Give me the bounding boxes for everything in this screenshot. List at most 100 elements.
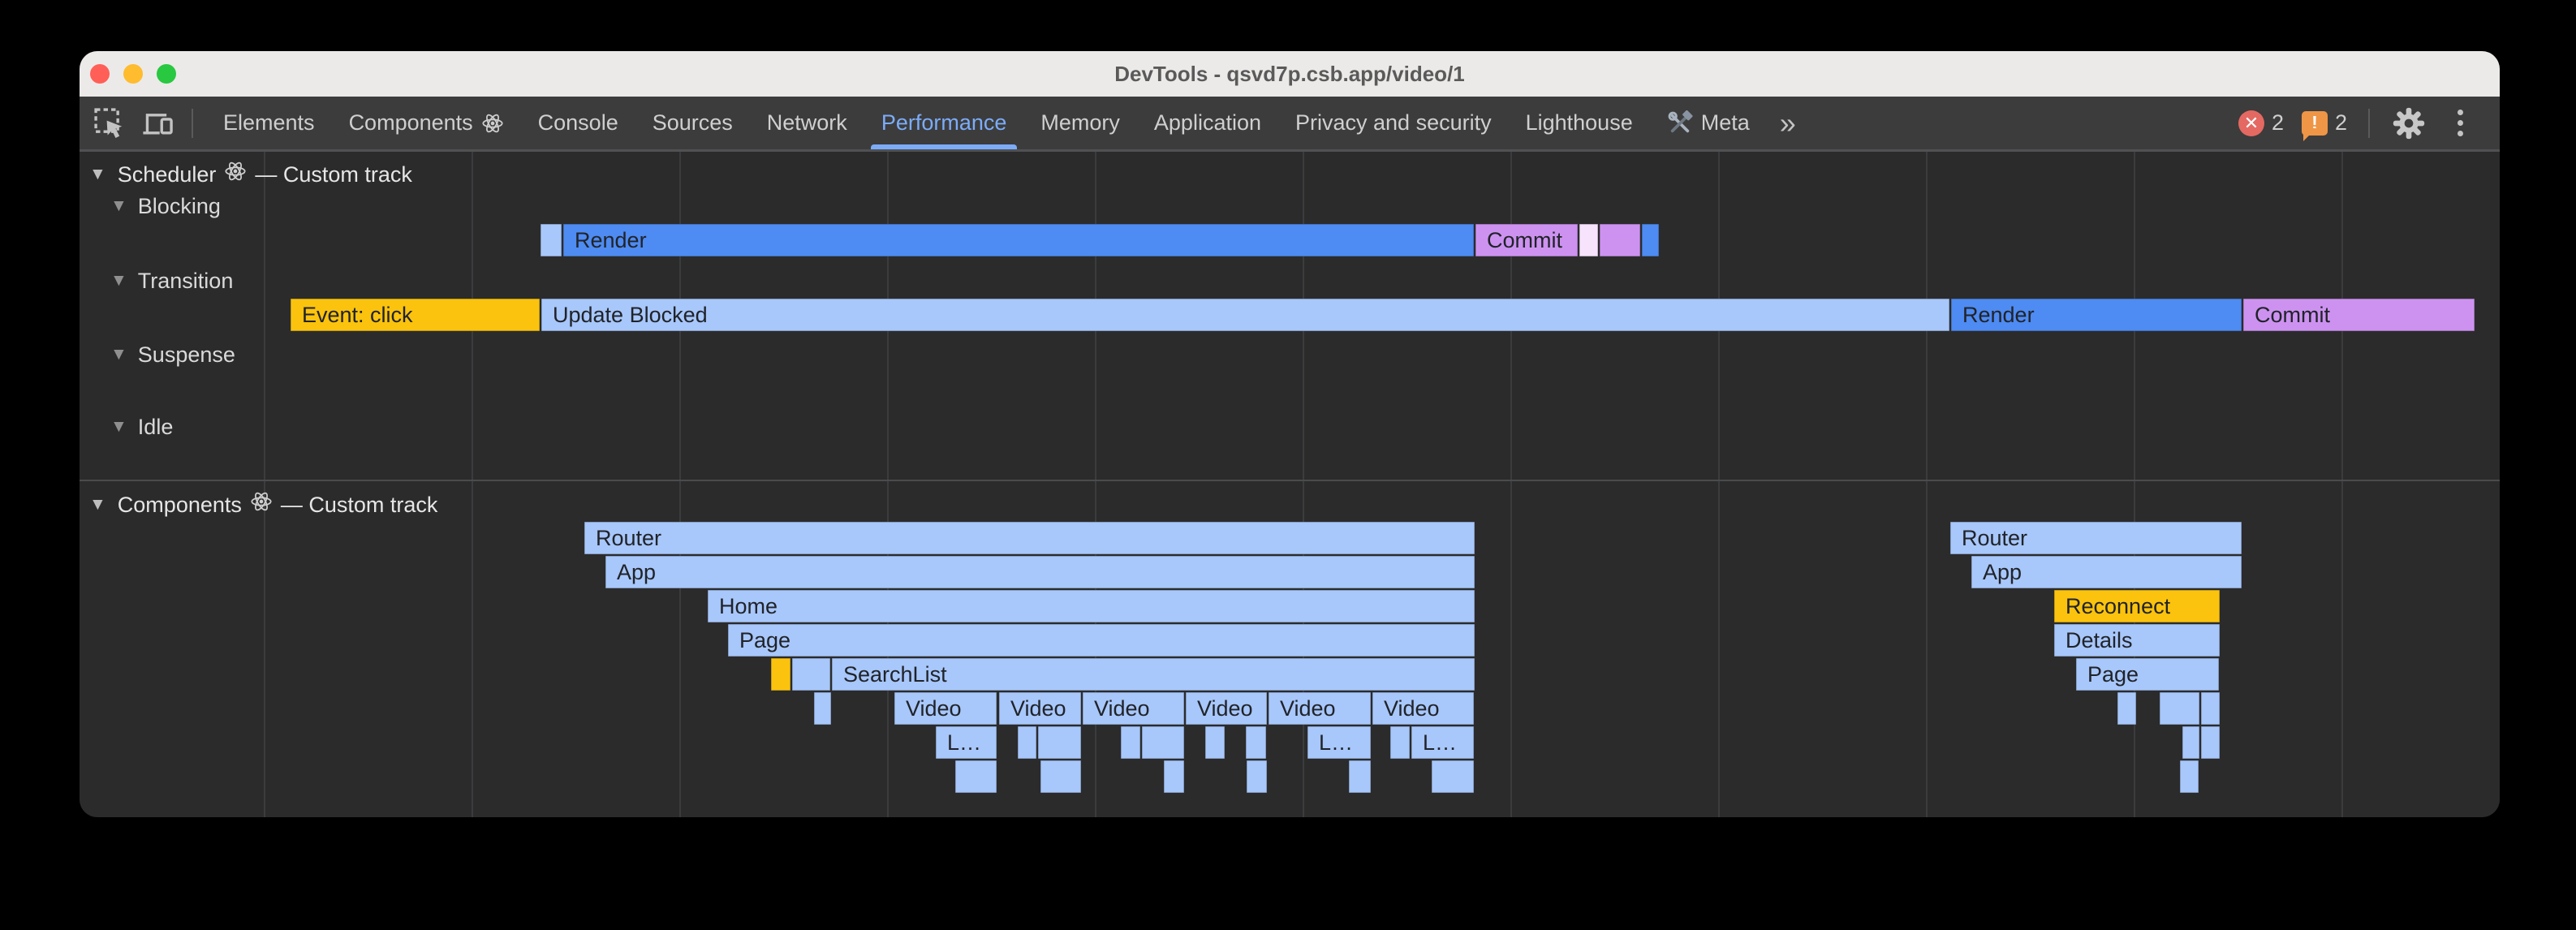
devtools-tabbar: ElementsComponents Console Sources Network P… — [80, 97, 2500, 151]
flame-bar[interactable] — [2117, 692, 2136, 725]
flame-bar[interactable] — [1432, 760, 1474, 793]
tabbar-right-controls: ✕ 2 ! 2 — [2238, 107, 2500, 140]
collapse-triangle-icon[interactable]: ▼ — [110, 267, 127, 295]
flame-bar-event-click[interactable]: Event: click — [291, 299, 540, 331]
warnings-badge[interactable]: ! 2 — [2302, 110, 2347, 136]
flame-bar[interactable] — [2201, 692, 2220, 725]
flame-bar[interactable] — [1579, 224, 1598, 256]
flame-bar-render[interactable]: Render — [1951, 299, 2242, 331]
tab-label: Performance — [881, 110, 1007, 136]
timeline-top-rule — [80, 151, 2500, 152]
flame-bar[interactable] — [2180, 760, 2199, 793]
tab-network[interactable]: Network — [750, 97, 864, 149]
flame-bar[interactable] — [1040, 760, 1081, 793]
track-separator — [80, 480, 2500, 481]
zoom-window-button[interactable] — [157, 64, 176, 84]
flame-bar-router[interactable]: Router — [584, 522, 1475, 554]
flame-bar-searchlist[interactable]: SearchList — [832, 658, 1475, 691]
flame-bar-video[interactable]: Video — [1083, 692, 1184, 725]
flame-bar-home[interactable]: Home — [708, 590, 1475, 622]
flame-bar-app[interactable]: App — [605, 556, 1475, 588]
flame-bar[interactable] — [2160, 692, 2199, 725]
tab-label: Console — [538, 110, 618, 136]
flame-bar-app[interactable]: App — [1971, 556, 2242, 588]
flame-bar[interactable] — [1600, 224, 1640, 256]
window-title: DevTools - qsvd7p.csb.app/video/1 — [1114, 62, 1465, 87]
flame-bar[interactable] — [1205, 726, 1225, 759]
lane-blocking[interactable]: ▼ Blocking — [110, 192, 221, 220]
flame-bar[interactable] — [1121, 726, 1140, 759]
flame-bar-video[interactable]: Video — [894, 692, 997, 725]
controls-divider — [2368, 109, 2370, 138]
tab-meta[interactable]: Meta — [1650, 97, 1767, 149]
minimize-window-button[interactable] — [123, 64, 143, 84]
tab-label: Privacy and security — [1295, 110, 1492, 136]
flame-bar[interactable] — [2201, 726, 2220, 759]
lane-transition[interactable]: ▼ Transition — [110, 267, 233, 295]
flame-bar[interactable] — [1349, 760, 1371, 793]
more-tabs-chevron-icon[interactable]: » — [1767, 106, 1809, 140]
flame-bar-video[interactable]: Video — [1269, 692, 1371, 725]
react-atom-icon — [224, 160, 247, 189]
flame-bar-update-blocked[interactable]: Update Blocked — [541, 299, 1949, 331]
flame-bar-commit[interactable]: Commit — [2243, 299, 2475, 331]
errors-badge[interactable]: ✕ 2 — [2238, 110, 2284, 136]
flame-bar[interactable] — [771, 658, 790, 691]
tab-components[interactable]: Components — [332, 97, 521, 149]
flame-bar-l-[interactable]: L… — [1411, 726, 1474, 759]
lane-idle[interactable]: ▼ Idle — [110, 413, 173, 441]
kebab-menu-icon[interactable] — [2448, 110, 2472, 136]
track-header-scheduler[interactable]: ▼ Scheduler — Custom track — [89, 161, 412, 188]
track-name: Components — [118, 491, 242, 519]
tab-lighthouse[interactable]: Lighthouse — [1509, 97, 1650, 149]
tab-privacy-and-security[interactable]: Privacy and security — [1278, 97, 1509, 149]
flame-bar[interactable] — [2182, 726, 2199, 759]
close-window-button[interactable] — [90, 64, 110, 84]
flame-bar-l-[interactable]: L… — [1307, 726, 1371, 759]
flame-bar-router[interactable]: Router — [1950, 522, 2242, 554]
lane-suspense[interactable]: ▼ Suspense — [110, 341, 235, 368]
collapse-triangle-icon[interactable]: ▼ — [89, 491, 106, 519]
flame-bar-l-[interactable]: L… — [936, 726, 997, 759]
flame-bar[interactable] — [814, 692, 831, 725]
flame-bar-commit[interactable]: Commit — [1475, 224, 1578, 256]
inspect-element-icon[interactable] — [91, 105, 128, 142]
flame-bar-video[interactable]: Video — [1186, 692, 1267, 725]
flame-bar[interactable] — [1246, 726, 1266, 759]
collapse-triangle-icon[interactable]: ▼ — [110, 192, 127, 220]
flame-bar[interactable] — [541, 224, 562, 256]
flame-bar-details[interactable]: Details — [2054, 624, 2220, 657]
flame-bar[interactable] — [1018, 726, 1036, 759]
collapse-triangle-icon[interactable]: ▼ — [89, 161, 106, 188]
flame-bar-page[interactable]: Page — [728, 624, 1475, 657]
flame-bar[interactable] — [792, 658, 830, 691]
tab-console[interactable]: Console — [521, 97, 635, 149]
flame-bar-page[interactable]: Page — [2076, 658, 2219, 691]
tab-memory[interactable]: Memory — [1023, 97, 1137, 149]
device-toolbar-icon[interactable] — [140, 105, 177, 142]
settings-gear-icon[interactable] — [2393, 107, 2425, 140]
tab-application[interactable]: Application — [1137, 97, 1278, 149]
tab-label: Network — [767, 110, 847, 136]
flame-bar-video[interactable]: Video — [1372, 692, 1474, 725]
tab-label: Sources — [653, 110, 733, 136]
track-suffix: — Custom track — [255, 161, 412, 188]
flame-bar-video[interactable]: Video — [999, 692, 1081, 725]
track-header-components[interactable]: ▼ Components — Custom track — [89, 491, 437, 519]
flame-bar[interactable] — [955, 760, 997, 793]
flame-bar[interactable] — [1038, 726, 1081, 759]
flame-bar[interactable] — [1642, 224, 1659, 256]
error-circle-icon: ✕ — [2238, 110, 2264, 136]
flame-bar[interactable] — [1142, 726, 1184, 759]
track-name: Scheduler — [118, 161, 217, 188]
tab-elements[interactable]: Elements — [206, 97, 332, 149]
tab-sources[interactable]: Sources — [635, 97, 750, 149]
flame-bar[interactable] — [1247, 760, 1267, 793]
collapse-triangle-icon[interactable]: ▼ — [110, 341, 127, 368]
flame-bar-reconnect[interactable]: Reconnect — [2054, 590, 2220, 622]
flame-bar[interactable] — [1390, 726, 1410, 759]
flame-bar-render[interactable]: Render — [563, 224, 1474, 256]
flame-bar[interactable] — [1164, 760, 1184, 793]
tab-performance[interactable]: Performance — [864, 97, 1024, 149]
collapse-triangle-icon[interactable]: ▼ — [110, 413, 127, 441]
